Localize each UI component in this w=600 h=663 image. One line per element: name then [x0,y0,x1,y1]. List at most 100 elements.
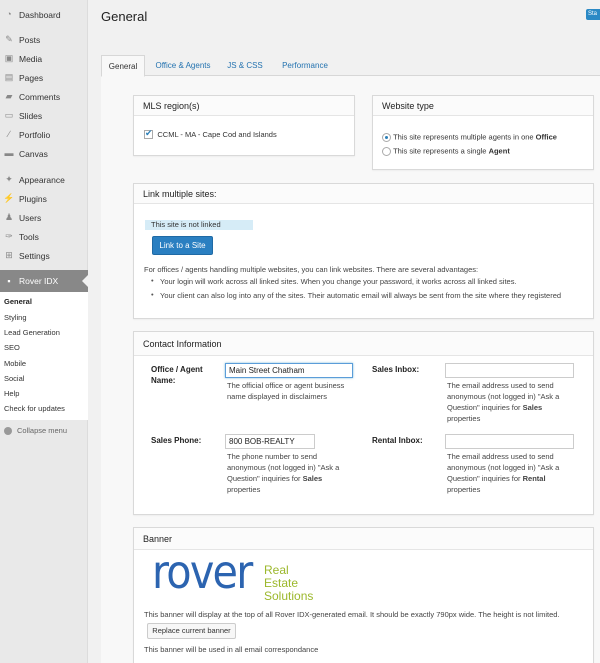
rental-inbox-help-2: anonymous (not logged in) "Ask a [447,463,560,472]
sidebar-item-posts[interactable]: ✎ Posts [0,31,88,48]
sidebar-item-label: Settings [19,250,50,261]
sidebar-item-label: Canvas [19,148,48,159]
slides-icon: ▭ [4,110,14,120]
canvas-icon: ▬ [4,148,14,158]
sales-phone-help-4: properties [227,485,261,494]
sidebar-item-pages[interactable]: ▤ Pages [0,69,88,86]
sales-inbox-input[interactable] [445,363,574,378]
link-status-badge: This site is not linked [145,220,253,230]
sales-phone-help-3: Question" inquiries for Sales [227,474,323,483]
sales-inbox-help-3: Question" inquiries for Sales [447,403,543,412]
rover-submenu [0,292,88,420]
submenu-item-mobile[interactable]: Mobile [4,359,26,368]
sidebar-item-label: Comments [19,91,61,102]
sidebar-item-label: Dashboard [19,9,61,20]
option-agent-text: This site represents a single [393,146,489,156]
sales-phone-help-2: anonymous (not logged in) "Ask a [227,463,340,472]
link-sites-box: Link multiple sites: This site is not li… [133,183,594,319]
submenu-item-styling[interactable]: Styling [4,313,27,322]
replace-banner-button[interactable]: Replace current banner [147,623,236,639]
rover-icon: ▪ [7,275,11,286]
link-sites-bullet-1: Your login will work across all linked s… [160,277,517,286]
sidebar-item-comments[interactable]: ▰ Comments [0,88,88,105]
sidebar-item-label: Posts [19,34,41,45]
rental-inbox-input[interactable] [445,434,574,449]
sidebar-item-settings[interactable]: ⊞ Settings [0,247,88,264]
bullet-dot: • [151,276,154,285]
tab-js-css[interactable]: JS & CSS [223,55,267,76]
sidebar-item-tools[interactable]: ✑ Tools [0,228,88,245]
sidebar-item-canvas[interactable]: ▬ Canvas [0,145,88,162]
tab-general[interactable]: General [101,55,145,77]
sidebar-item-plugins[interactable]: ⚡ Plugins [0,190,88,207]
submenu-item-lead-generation[interactable]: Lead Generation [4,328,60,337]
mls-region-checkbox[interactable] [144,128,153,140]
office-name-input[interactable]: Main Street Chatham [225,363,353,378]
plugins-icon: ⚡ [3,193,15,203]
sidebar-item-label: Users [19,212,42,223]
collapse-icon [4,426,12,435]
mls-region-box: MLS region(s) CCML - MA - Cape Cod and I… [133,95,355,156]
website-type-option-agent[interactable]: This site represents a single Agent [382,146,593,160]
page-title: General [101,9,148,24]
sidebar-item-label: Rover IDX [19,276,59,286]
sales-inbox-help-1: The email address used to send [447,381,554,390]
sidebar-item-label: Slides [19,110,43,121]
office-name-help-1: The official office or agent business [227,381,345,390]
tab-office-agents[interactable]: Office & Agents [149,55,217,76]
submenu-item-seo[interactable]: SEO [4,343,20,352]
sidebar-item-label: Tools [19,231,39,242]
sidebar-item-label: Media [19,53,43,64]
link-sites-intro: For offices / agents handling multiple w… [144,265,479,274]
contact-info-title: Contact Information [134,332,593,356]
sidebar-item-label: Appearance [19,174,65,185]
settings-tabs: General Office & Agents JS & CSS Perform… [101,55,600,77]
radio-office[interactable] [382,132,391,142]
rental-inbox-label: Rental Inbox: [372,436,423,445]
portfolio-icon: ∕ [8,129,10,139]
office-name-label-line1: Office / Agent [151,365,203,374]
contact-info-box: Contact Information Office / Agent Name:… [133,331,594,515]
mls-region-title: MLS region(s) [134,96,354,116]
sales-inbox-help-4: properties [447,414,481,423]
sidebar-item-label: Portfolio [19,129,51,140]
website-type-title: Website type [373,96,593,116]
website-type-option-office[interactable]: This site represents multiple agents in … [382,132,593,146]
sales-phone-help-1: The phone number to send [227,452,318,461]
sidebar-item-media[interactable]: ▣ Media [0,50,88,67]
submenu-item-general[interactable]: General [4,297,32,306]
banner-footer-note: This banner will be used in all email co… [144,645,319,654]
collapse-menu-button[interactable]: Collapse menu [0,424,67,437]
radio-agent[interactable] [382,146,391,156]
banner-note: This banner will display at the top of a… [144,610,560,619]
submenu-item-social[interactable]: Social [4,374,24,383]
sales-inbox-help-2: anonymous (not logged in) "Ask a [447,392,560,401]
rental-inbox-help-3: Question" inquiries for Rental [447,474,546,483]
banner-logo: rover Real Estate Solutions [152,545,352,605]
submenu-item-check-for-updates[interactable]: Check for updates [4,404,65,413]
sidebar-item-rover-idx[interactable]: ▪ Rover IDX [0,270,88,292]
sidebar-item-dashboard[interactable]: ◔ Dashboard [0,6,88,23]
office-name-help-2: name displayed in disclaimers [227,392,328,401]
collapse-label: Collapse menu [17,426,68,435]
link-sites-bullet-2: Your client can also log into any of the… [160,291,562,300]
sidebar-item-portfolio[interactable]: ∕ Portfolio [0,126,88,143]
comments-icon: ▰ [5,91,13,101]
link-to-site-button[interactable]: Link to a Site [152,236,213,255]
top-right-button[interactable]: Sta [586,9,600,20]
sidebar-item-slides[interactable]: ▭ Slides [0,107,88,124]
tab-performance[interactable]: Performance [277,55,333,76]
sidebar-item-appearance[interactable]: ✦ Appearance [0,171,88,188]
sidebar-item-label: Pages [19,72,44,83]
sidebar-item-users[interactable]: ♟ Users [0,209,88,226]
pin-icon: ✎ [5,34,13,44]
mls-region-label: CCML - MA - Cape Cod and Islands [157,130,277,140]
admin-sidebar: ◔ Dashboard ✎ Posts ▣ Media ▤ Pages ▰ Comments ▭ Sl… [0,0,88,663]
dashboard-icon: ◔ [6,9,12,19]
sales-inbox-label: Sales Inbox: [372,365,420,374]
website-type-box: Website type This site represents multip… [372,95,594,170]
settings-icon: ⊞ [5,250,13,260]
pages-icon: ▤ [4,72,14,82]
sales-phone-input[interactable]: 800 BOB-REALTY [225,434,315,449]
submenu-item-help[interactable]: Help [4,389,19,398]
